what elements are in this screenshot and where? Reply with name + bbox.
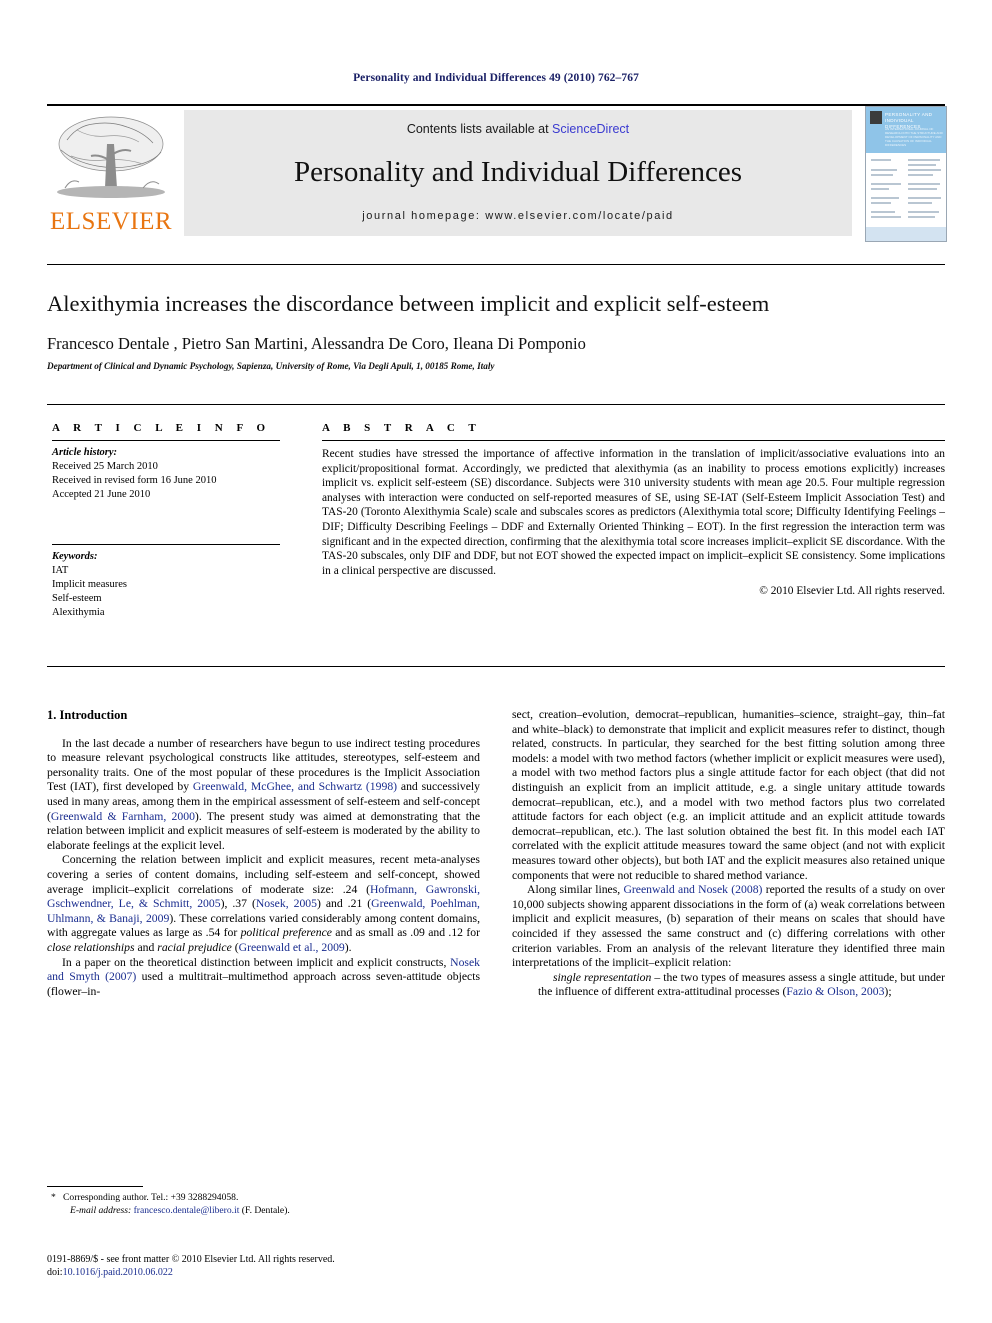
elsevier-wordmark: ELSEVIER xyxy=(50,208,173,235)
journal-cover-thumbnail: PERSONALITY AND INDIVIDUAL DIFFERENCES A… xyxy=(865,106,947,242)
footnote-marker: * xyxy=(51,1192,56,1203)
paragraph: sect, creation–evolution, democrat–repub… xyxy=(512,708,945,882)
keyword-item: Alexithymia xyxy=(52,607,105,618)
doi-line: doi:10.1016/j.paid.2010.06.022 xyxy=(47,1266,507,1279)
running-head: Personality and Individual Differences 4… xyxy=(353,72,639,84)
journal-band: Contents lists available at ScienceDirec… xyxy=(184,110,852,236)
abstract-heading: A B S T R A C T xyxy=(322,422,482,434)
email-link[interactable]: francesco.dentale@libero.it xyxy=(134,1205,240,1216)
contents-prefix: Contents lists available at xyxy=(406,122,553,136)
history-revised: Received in revised form 16 June 2010 xyxy=(52,475,217,486)
text-run: and as small as .09 and .12 for xyxy=(331,926,480,940)
paper-page: Personality and Individual Differences 4… xyxy=(0,0,992,1323)
author-list: Francesco Dentale , Pietro San Martini, … xyxy=(47,334,945,354)
paragraph: Along similar lines, Greenwald and Nosek… xyxy=(512,883,945,971)
cover-footer-band xyxy=(866,227,946,241)
doi-link[interactable]: 10.1016/j.paid.2010.06.022 xyxy=(63,1267,173,1278)
paragraph: Concerning the relation between implicit… xyxy=(47,853,480,955)
doi-label: doi: xyxy=(47,1267,63,1278)
citation-link[interactable]: Nosek, 2005 xyxy=(256,897,317,910)
text-run: In a paper on the theoretical distinctio… xyxy=(62,955,451,969)
citation-link[interactable]: Fazio & Olson, 2003 xyxy=(786,985,884,998)
contents-available-line: Contents lists available at ScienceDirec… xyxy=(184,122,852,136)
text-run: ) and .21 ( xyxy=(316,897,372,911)
email-suffix: (F. Dentale). xyxy=(239,1204,290,1216)
text-run: ). xyxy=(344,940,352,954)
cover-subtitle: AN INTERNATIONAL JOURNAL OF RESEARCH INT… xyxy=(885,127,943,147)
affiliation: Department of Clinical and Dynamic Psych… xyxy=(47,361,495,371)
emphasis: single representation xyxy=(553,970,652,984)
footnote-block: * Corresponding author. Tel.: +39 328829… xyxy=(47,1192,480,1217)
cover-contents-area xyxy=(866,153,946,241)
journal-homepage-link[interactable]: journal homepage: www.elsevier.com/locat… xyxy=(184,210,852,222)
issn-line: 0191-8869/$ - see front matter © 2010 El… xyxy=(47,1254,335,1265)
journal-title: Personality and Individual Differences xyxy=(293,156,743,188)
info-divider-top xyxy=(47,404,945,405)
article-info-heading: A R T I C L E I N F O xyxy=(52,422,271,434)
keywords-block: Keywords: IAT Implicit measures Self-est… xyxy=(52,544,280,620)
body-column-left: 1. Introduction In the last decade a num… xyxy=(47,708,480,999)
elsevier-tree-icon xyxy=(57,116,165,198)
cover-header-band: PERSONALITY AND INDIVIDUAL DIFFERENCES A… xyxy=(866,107,946,153)
emphasis: close relationships xyxy=(47,940,135,954)
article-history-label: Article history: xyxy=(52,447,118,458)
emphasis: racial prejudice xyxy=(157,940,232,954)
keywords-label: Keywords: xyxy=(52,551,98,562)
citation-link[interactable]: Greenwald and Nosek (2008) xyxy=(623,883,762,896)
elsevier-logo: ELSEVIER xyxy=(47,110,175,236)
cover-logo-square xyxy=(870,111,882,124)
text-run: and xyxy=(134,940,158,954)
paragraph: In the last decade a number of researche… xyxy=(47,737,480,854)
article-info-column: Article history: Received 25 March 2010 … xyxy=(52,440,280,620)
text-run: ); xyxy=(884,985,892,999)
body-column-right: sect, creation–evolution, democrat–repub… xyxy=(512,708,945,1000)
footnote-rule xyxy=(47,1186,143,1187)
abstract-text: Recent studies have stressed the importa… xyxy=(322,448,945,577)
corresponding-author-note: Corresponding author. Tel.: +39 32882940… xyxy=(63,1192,239,1203)
history-received: Received 25 March 2010 xyxy=(52,461,158,472)
author-names: Francesco Dentale , Pietro San Martini, … xyxy=(47,334,586,353)
citation-link[interactable]: Greenwald et al., 2009 xyxy=(239,941,345,954)
citation-link[interactable]: Greenwald & Farnham, 2000 xyxy=(51,810,195,823)
keyword-item: IAT xyxy=(52,565,69,576)
abstract-rule xyxy=(322,440,945,441)
email-note: E-mail address: francesco.dentale@libero… xyxy=(70,1205,480,1218)
text-run: ), .37 ( xyxy=(220,897,256,911)
keywords-rule xyxy=(52,544,280,545)
imprint-block: 0191-8869/$ - see front matter © 2010 El… xyxy=(47,1253,507,1279)
email-label: E-mail address: xyxy=(70,1204,132,1216)
paragraph: In a paper on the theoretical distinctio… xyxy=(47,956,480,1000)
blockquote-single-representation: single representation – the two types of… xyxy=(512,971,945,1001)
info-divider-bottom xyxy=(47,666,945,667)
text-run: Along similar lines, xyxy=(527,883,624,897)
section-heading-introduction: 1. Introduction xyxy=(47,708,128,722)
abstract-column: Recent studies have stressed the importa… xyxy=(322,440,945,599)
info-rule xyxy=(52,440,280,441)
citation-link[interactable]: Greenwald, McGhee, and Schwartz (1998) xyxy=(193,780,397,793)
sciencedirect-link[interactable]: ScienceDirect xyxy=(552,122,629,136)
emphasis: political preference xyxy=(240,926,332,940)
title-divider xyxy=(47,264,945,265)
abstract-copyright: © 2010 Elsevier Ltd. All rights reserved… xyxy=(759,585,945,598)
keyword-item: Self-esteem xyxy=(52,593,102,604)
page-title: Alexithymia increases the discordance be… xyxy=(47,291,770,316)
history-accepted: Accepted 21 June 2010 xyxy=(52,489,151,500)
journal-masthead: ELSEVIER Contents lists available at Sci… xyxy=(47,104,947,242)
keyword-item: Implicit measures xyxy=(52,579,127,590)
text-run: ( xyxy=(231,940,239,954)
